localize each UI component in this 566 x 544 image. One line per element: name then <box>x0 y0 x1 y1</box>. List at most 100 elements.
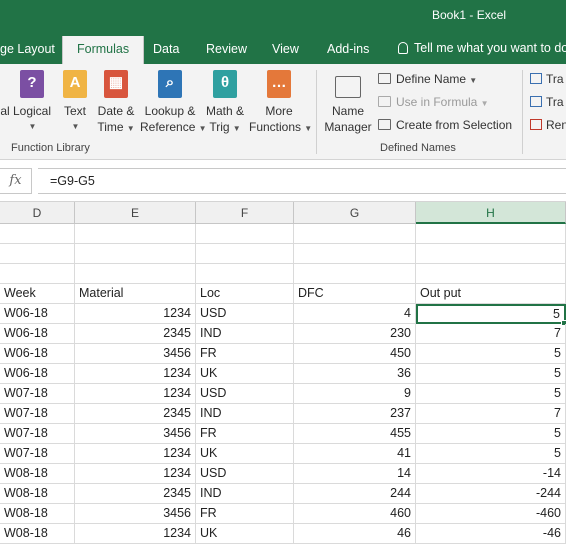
cell-loc[interactable]: FR <box>196 504 294 524</box>
cell-output[interactable]: -46 <box>416 524 566 544</box>
tab-data[interactable]: Data <box>153 42 179 56</box>
name-manager-button[interactable]: Name Manager <box>322 70 374 135</box>
cell-loc[interactable]: FR <box>196 424 294 444</box>
cell-output[interactable]: Out put <box>416 284 566 304</box>
cell-material[interactable]: 2345 <box>75 484 196 504</box>
cell-material[interactable]: Material <box>75 284 196 304</box>
tell-me-box[interactable]: Tell me what you want to do <box>398 41 566 55</box>
cell-dfc[interactable]: 9 <box>294 384 416 404</box>
cell-loc[interactable]: UK <box>196 444 294 464</box>
logical-button[interactable]: ? Logical ▼ <box>12 70 52 135</box>
more-functions-button[interactable]: … More Functions ▼ <box>249 70 312 137</box>
cell-loc[interactable]: IND <box>196 484 294 504</box>
cell-material[interactable]: 1234 <box>75 384 196 404</box>
text-button[interactable]: A Text ▼ <box>60 70 90 135</box>
cell-week[interactable]: W06-18 <box>0 344 75 364</box>
cell-material[interactable] <box>75 264 196 284</box>
cell-week[interactable]: W08-18 <box>0 524 75 544</box>
cell-week[interactable] <box>0 264 75 284</box>
use-in-formula-button[interactable]: Use in Formula ▼ <box>378 95 489 109</box>
cell-output[interactable]: 5 <box>416 384 566 404</box>
cell-dfc[interactable]: 14 <box>294 464 416 484</box>
column-header-g[interactable]: G <box>294 202 416 224</box>
cell-week[interactable]: Week <box>0 284 75 304</box>
cell-material[interactable]: 3456 <box>75 344 196 364</box>
cell-material[interactable]: 3456 <box>75 504 196 524</box>
cell-dfc[interactable] <box>294 264 416 284</box>
cell-week[interactable]: W07-18 <box>0 424 75 444</box>
cell-loc[interactable]: IND <box>196 324 294 344</box>
cell-loc[interactable]: FR <box>196 344 294 364</box>
cell-loc[interactable]: Loc <box>196 284 294 304</box>
cell-dfc[interactable]: 46 <box>294 524 416 544</box>
date-time-button[interactable]: ▦ Date & Time ▼ <box>95 70 137 137</box>
cell-material[interactable] <box>75 244 196 264</box>
remove-arrows-button[interactable]: Ren <box>530 118 566 132</box>
cell-week[interactable]: W07-18 <box>0 384 75 404</box>
cell-week[interactable] <box>0 224 75 244</box>
cell-week[interactable] <box>0 244 75 264</box>
define-name-button[interactable]: Define Name ▼ <box>378 72 477 86</box>
cell-output[interactable]: 5 <box>416 344 566 364</box>
cell-week[interactable]: W07-18 <box>0 404 75 424</box>
cell-dfc[interactable]: 244 <box>294 484 416 504</box>
cell-dfc[interactable] <box>294 224 416 244</box>
worksheet-grid[interactable]: D E F G H Week Material Loc DFC Out put W06-1… <box>0 202 566 544</box>
tab-page-layout[interactable]: ge Layout <box>0 42 55 56</box>
cell-output[interactable]: 5 <box>416 424 566 444</box>
cell-loc[interactable] <box>196 264 294 284</box>
cell-week[interactable]: W06-18 <box>0 324 75 344</box>
tab-review[interactable]: Review <box>206 42 247 56</box>
cell-dfc[interactable]: 41 <box>294 444 416 464</box>
cell-output[interactable] <box>416 264 566 284</box>
trace-precedents-button[interactable]: Tra <box>530 72 564 86</box>
cell-output[interactable]: -460 <box>416 504 566 524</box>
column-header-d[interactable]: D <box>0 202 75 224</box>
cell-loc[interactable] <box>196 224 294 244</box>
partial-function-button[interactable]: al <box>0 70 12 119</box>
cell-dfc[interactable]: 455 <box>294 424 416 444</box>
tab-view[interactable]: View <box>272 42 299 56</box>
tab-add-ins[interactable]: Add-ins <box>327 42 369 56</box>
cell-material[interactable]: 1234 <box>75 444 196 464</box>
math-trig-button[interactable]: θ Math & Trig ▼ <box>203 70 247 137</box>
cell-week[interactable]: W08-18 <box>0 504 75 524</box>
column-header-e[interactable]: E <box>75 202 196 224</box>
cell-output[interactable]: 7 <box>416 404 566 424</box>
cell-material[interactable]: 2345 <box>75 404 196 424</box>
cell-output[interactable]: 5 <box>416 364 566 384</box>
cell-output[interactable]: -244 <box>416 484 566 504</box>
cell-dfc[interactable] <box>294 244 416 264</box>
column-header-h[interactable]: H <box>416 202 566 224</box>
cell-dfc[interactable]: 237 <box>294 404 416 424</box>
cell-loc[interactable]: UK <box>196 364 294 384</box>
cell-dfc[interactable]: 4 <box>294 304 416 324</box>
cell-output[interactable]: 7 <box>416 324 566 344</box>
column-header-f[interactable]: F <box>196 202 294 224</box>
cell-dfc[interactable]: DFC <box>294 284 416 304</box>
cell-dfc[interactable]: 450 <box>294 344 416 364</box>
cell-loc[interactable] <box>196 244 294 264</box>
trace-dependents-button[interactable]: Tra <box>530 95 564 109</box>
cell-week[interactable]: W08-18 <box>0 484 75 504</box>
cell-dfc[interactable]: 230 <box>294 324 416 344</box>
cell-dfc[interactable]: 460 <box>294 504 416 524</box>
cell-material[interactable]: 1234 <box>75 364 196 384</box>
cell-material[interactable]: 1234 <box>75 304 196 324</box>
create-from-selection-button[interactable]: Create from Selection <box>378 118 512 132</box>
cell-loc[interactable]: UK <box>196 524 294 544</box>
lookup-reference-button[interactable]: ⌕ Lookup & Reference ▼ <box>140 70 207 137</box>
cell-material[interactable] <box>75 224 196 244</box>
cell-output[interactable] <box>416 224 566 244</box>
tab-formulas[interactable]: Formulas <box>62 36 145 64</box>
cell-loc[interactable]: USD <box>196 384 294 404</box>
cell-week[interactable]: W08-18 <box>0 464 75 484</box>
selected-cell[interactable]: 5 <box>416 304 566 324</box>
cell-material[interactable]: 3456 <box>75 424 196 444</box>
cell-output[interactable] <box>416 244 566 264</box>
insert-function-icon[interactable]: fx <box>0 168 32 194</box>
cell-dfc[interactable]: 36 <box>294 364 416 384</box>
cell-loc[interactable]: IND <box>196 404 294 424</box>
cell-material[interactable]: 1234 <box>75 464 196 484</box>
cell-week[interactable]: W06-18 <box>0 304 75 324</box>
